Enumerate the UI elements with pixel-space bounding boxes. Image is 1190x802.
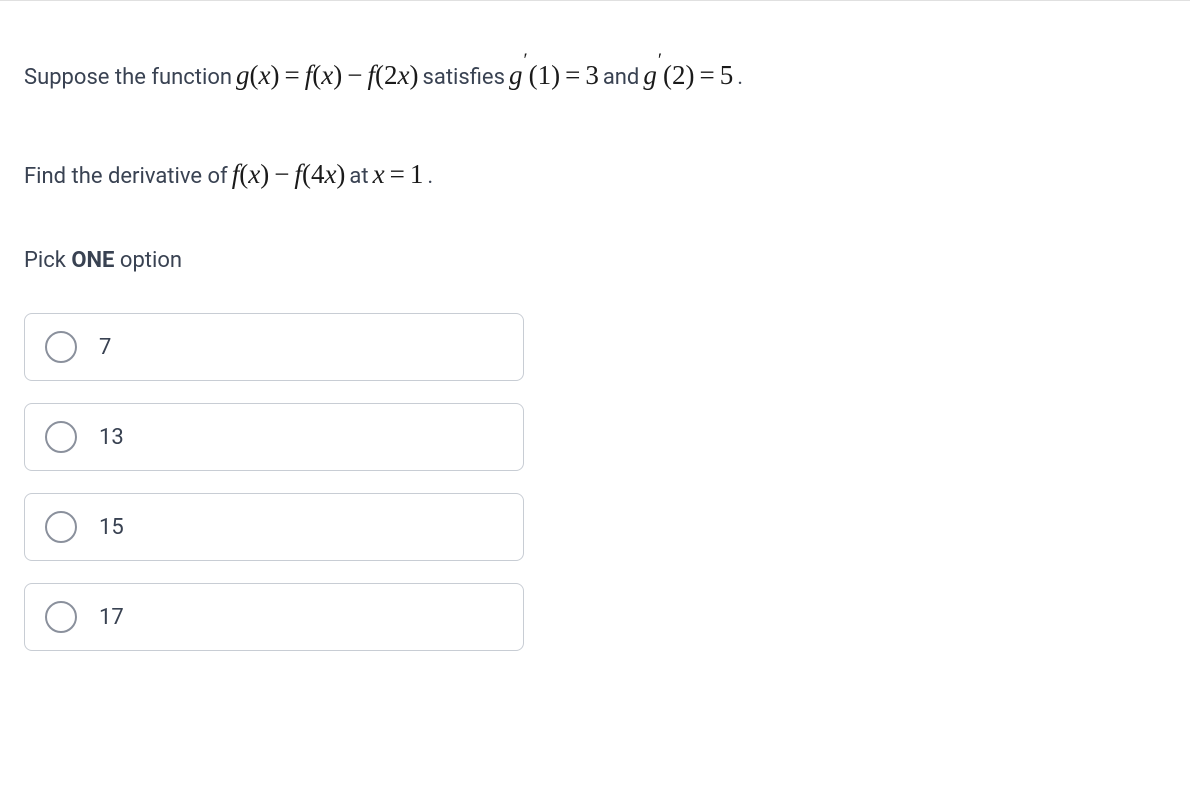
q1-mid: satisfies <box>423 58 505 98</box>
math-gx: g(x)=f(x)−f(2x) <box>232 51 422 100</box>
question-line-1: Suppose the function g(x)=f(x)−f(2x) sat… <box>24 51 1166 100</box>
q1-prefix: Suppose the function <box>24 58 232 98</box>
q1-and: and <box>603 58 640 98</box>
option-label: 15 <box>99 515 124 540</box>
instruction: Pick ONE option <box>24 248 1166 273</box>
instruction-suffix: option <box>114 248 182 273</box>
radio-icon <box>45 511 77 543</box>
q2-mid: at <box>349 157 368 197</box>
q2-prefix: Find the derivative of <box>24 157 228 197</box>
option-label: 17 <box>99 605 124 630</box>
options-group: 7 13 15 17 <box>24 313 524 651</box>
question-content: Suppose the function g(x)=f(x)−f(2x) sat… <box>0 51 1190 651</box>
math-fx4x: f(x)−f(4x) <box>228 150 350 199</box>
radio-icon <box>45 331 77 363</box>
instruction-prefix: Pick <box>24 248 71 273</box>
option-13[interactable]: 13 <box>24 403 524 471</box>
math-x1: x=1 <box>369 150 428 199</box>
q1-end: . <box>737 58 743 98</box>
question-line-2: Find the derivative of f(x)−f(4x) at x=1… <box>24 150 1166 199</box>
option-7[interactable]: 7 <box>24 313 524 381</box>
instruction-bold: ONE <box>71 248 114 273</box>
option-label: 7 <box>99 335 111 360</box>
math-gp2: g′(2)=5 <box>639 51 737 100</box>
option-15[interactable]: 15 <box>24 493 524 561</box>
q2-end: . <box>427 157 433 197</box>
radio-icon <box>45 421 77 453</box>
option-17[interactable]: 17 <box>24 583 524 651</box>
top-divider <box>0 0 1190 1</box>
option-label: 13 <box>99 425 124 450</box>
math-gp1: g′(1)=3 <box>505 51 603 100</box>
radio-icon <box>45 601 77 633</box>
